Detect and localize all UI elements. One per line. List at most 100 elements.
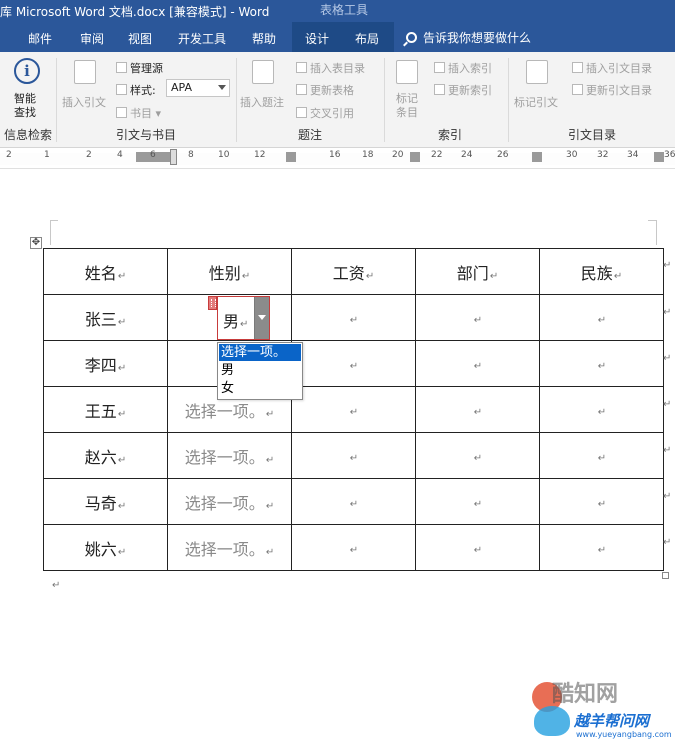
ruler-tick: 32 [597, 150, 609, 160]
indent-marker[interactable] [170, 149, 177, 165]
ribbon: i 智能 查找 信息检索 插入引文 管理源 样式: APA 书目 ▾ 引文与书目… [0, 52, 675, 148]
gender-cell[interactable]: 选择一项。↵ [167, 478, 292, 525]
ruler-tick: 26 [497, 150, 509, 160]
group-label-toa: 引文目录 [568, 128, 617, 142]
ethnicity-cell[interactable]: ↵ [539, 294, 664, 341]
salary-cell[interactable]: ↵ [291, 294, 416, 341]
insert-toa-button[interactable]: 插入引文目录 [572, 60, 652, 76]
department-cell[interactable]: ↵ [415, 294, 540, 341]
name-cell[interactable]: 张三↵ [43, 294, 168, 341]
ethnicity-cell[interactable]: ↵ [539, 524, 664, 571]
name-cell[interactable]: 李四↵ [43, 340, 168, 387]
header-cell[interactable]: 民族↵ [539, 248, 664, 295]
style-label: 样式: [116, 82, 156, 98]
department-cell[interactable]: ↵ [415, 386, 540, 433]
info-icon: i [14, 58, 40, 84]
department-cell[interactable]: ↵ [415, 340, 540, 387]
mark-citation-button[interactable]: 标记引文 [514, 94, 558, 110]
insert-caption-button[interactable]: 插入题注 [240, 94, 284, 110]
ethnicity-cell[interactable]: ↵ [539, 386, 664, 433]
tab-design[interactable]: 设计 [305, 30, 329, 47]
tell-me-search[interactable]: 告诉我你想要做什么 [406, 29, 531, 46]
watermark: 酷知网 越羊帮问网 www.yueyangbang.com [512, 670, 675, 746]
combo-placeholder: 选择一项。 [184, 447, 265, 467]
gender-cell[interactable]: 选择一项。↵ [167, 432, 292, 479]
chevron-down-icon [218, 85, 226, 90]
document-page[interactable]: ✥ 姓名↵ 性别↵ 工资↵ 部门↵ 民族↵ 张三↵ ↵ ↵ ↵ 李四↵ ↵ ↵ … [0, 170, 675, 746]
search-icon [406, 32, 417, 43]
ruler-tick: 36 [664, 150, 675, 160]
dropdown-option[interactable]: 男 [219, 362, 301, 379]
department-cell[interactable]: ↵ [415, 478, 540, 525]
header-cell[interactable]: 性别↵ [167, 248, 292, 295]
ruler-tick: 16 [329, 150, 341, 160]
row-end-mark: ↵ [663, 307, 672, 318]
row-end-mark: ↵ [663, 491, 672, 502]
manage-sources-button[interactable]: 管理源 [116, 60, 163, 76]
row-end-mark: ↵ [663, 399, 672, 410]
horizontal-ruler[interactable]: 2 1 2 4 6 8 10 12 16 18 20 22 24 26 30 3… [0, 149, 675, 169]
ruler-tick: 30 [566, 150, 578, 160]
tab-layout[interactable]: 布局 [355, 30, 379, 47]
ribbon-tab-bar: 邮件 审阅 视图 开发工具 帮助 设计 布局 告诉我你想要做什么 [0, 22, 675, 52]
ruler-tick: 2 [86, 150, 92, 160]
window-title: 库 Microsoft Word 文档.docx [兼容模式] - Word [0, 5, 270, 19]
tab-help[interactable]: 帮助 [252, 30, 276, 47]
row-end-mark: ↵ [663, 353, 672, 364]
insert-index-button[interactable]: 插入索引 [434, 60, 492, 76]
department-cell[interactable]: ↵ [415, 524, 540, 571]
table-move-handle[interactable]: ✥ [30, 237, 42, 249]
insert-citation-button[interactable]: 插入引文 [62, 94, 106, 110]
content-control-handle[interactable] [208, 296, 217, 310]
combo-placeholder: 选择一项。 [184, 401, 265, 421]
table-of-figures-icon [296, 62, 307, 73]
name-cell[interactable]: 王五↵ [43, 386, 168, 433]
salary-cell[interactable]: ↵ [291, 432, 416, 479]
department-cell[interactable]: ↵ [415, 432, 540, 479]
group-separator [56, 58, 57, 142]
salary-cell[interactable]: ↵ [291, 524, 416, 571]
ethnicity-cell[interactable]: ↵ [539, 478, 664, 525]
salary-cell[interactable]: ↵ [291, 340, 416, 387]
header-cell[interactable]: 部门↵ [415, 248, 540, 295]
table-row: 马奇↵ 选择一项。↵ ↵ ↵ ↵ [43, 478, 664, 525]
bibliography-icon [116, 107, 127, 118]
salary-cell[interactable]: ↵ [291, 478, 416, 525]
mark-entry-button[interactable]: 标记 条目 [396, 92, 418, 120]
row-end-mark: ↵ [663, 537, 672, 548]
tab-review[interactable]: 审阅 [80, 30, 104, 47]
insert-table-of-figures-button[interactable]: 插入表目录 [296, 60, 365, 76]
ethnicity-cell[interactable]: ↵ [539, 340, 664, 387]
group-separator [508, 58, 509, 142]
ruler-tick: 22 [431, 150, 443, 160]
citation-style-select[interactable]: APA [166, 79, 230, 97]
data-table[interactable]: 姓名↵ 性别↵ 工资↵ 部门↵ 民族↵ 张三↵ ↵ ↵ ↵ 李四↵ ↵ ↵ ↵ … [43, 248, 664, 571]
tab-view[interactable]: 视图 [128, 30, 152, 47]
update-toa-button[interactable]: 更新引文目录 [572, 82, 652, 98]
salary-cell[interactable]: ↵ [291, 386, 416, 433]
watermark-url: www.yueyangbang.com [576, 730, 672, 739]
gender-combo-box[interactable]: 男↵ [217, 296, 270, 340]
tab-developer[interactable]: 开发工具 [178, 30, 226, 47]
watermark-text: 越羊帮问网 [574, 712, 650, 730]
smart-lookup-button[interactable]: 智能 查找 [14, 92, 36, 120]
header-cell[interactable]: 工资↵ [291, 248, 416, 295]
group-separator [236, 58, 237, 142]
group-label-citations: 引文与书目 [116, 128, 177, 142]
name-cell[interactable]: 姚六↵ [43, 524, 168, 571]
gender-cell[interactable]: 选择一项。↵ [167, 524, 292, 571]
cross-reference-icon [296, 107, 307, 118]
dropdown-option[interactable]: 女 [219, 380, 301, 397]
bibliography-button[interactable]: 书目 ▾ [116, 105, 161, 121]
combo-dropdown-button[interactable] [254, 297, 269, 339]
table-resize-handle[interactable] [662, 572, 669, 579]
update-table-button[interactable]: 更新表格 [296, 82, 354, 98]
tab-mailings[interactable]: 邮件 [28, 30, 52, 47]
header-cell[interactable]: 姓名↵ [43, 248, 168, 295]
cross-reference-button[interactable]: 交叉引用 [296, 105, 354, 121]
ethnicity-cell[interactable]: ↵ [539, 432, 664, 479]
dropdown-option[interactable]: 选择一项。 [219, 344, 301, 361]
update-index-button[interactable]: 更新索引 [434, 82, 492, 98]
name-cell[interactable]: 赵六↵ [43, 432, 168, 479]
name-cell[interactable]: 马奇↵ [43, 478, 168, 525]
